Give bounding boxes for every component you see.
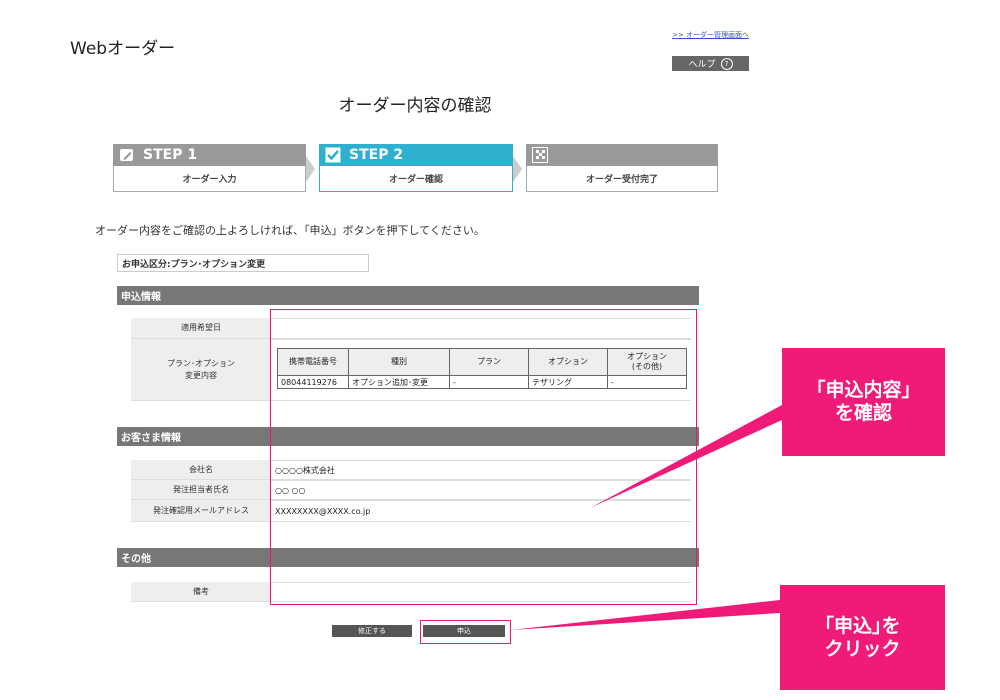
click-callout-line1: ｢申込｣を: [824, 614, 901, 637]
confirm-callout-line2: を確認: [834, 402, 892, 424]
confirm-callout-pointer: [590, 405, 782, 508]
confirm-callout-line1: 「申込内容」: [806, 379, 921, 401]
click-callout-pointer: [511, 600, 780, 630]
confirm-callout: 「申込内容」 を確認: [782, 348, 945, 456]
click-callout: ｢申込｣を クリック: [780, 585, 945, 690]
click-callout-line2: クリック: [824, 637, 901, 660]
